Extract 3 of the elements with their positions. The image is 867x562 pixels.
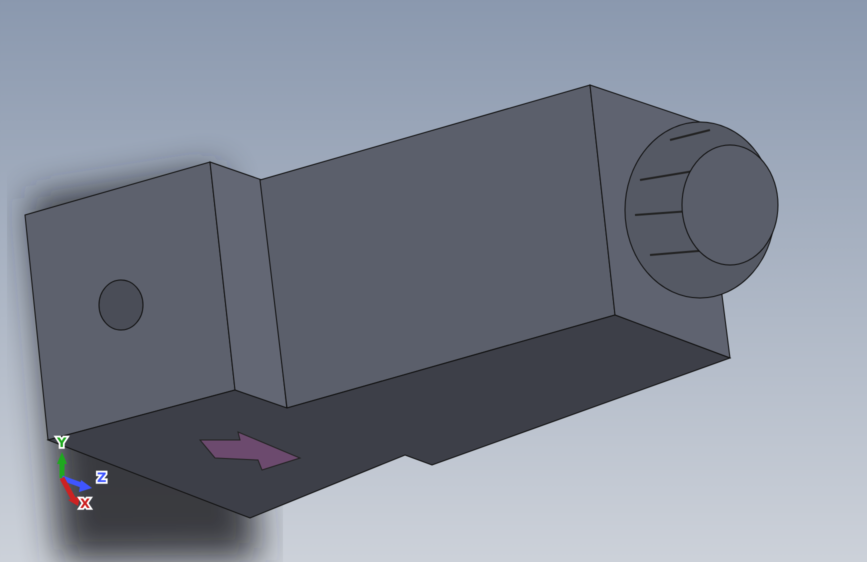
axis-label: Y bbox=[57, 436, 66, 451]
axis-label: Z bbox=[97, 471, 106, 486]
axis-label: X bbox=[80, 497, 90, 512]
